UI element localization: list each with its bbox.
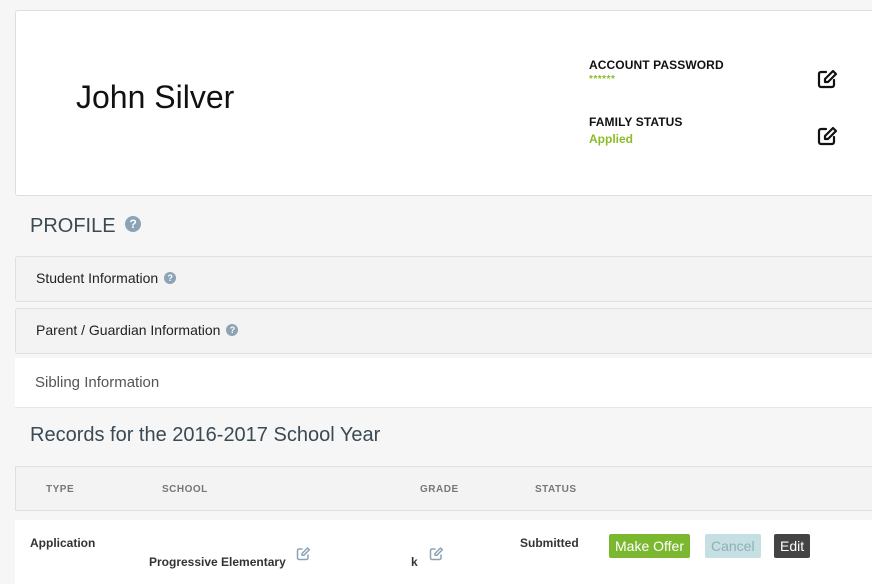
panel-student-information[interactable]: Student Information?	[15, 256, 872, 302]
records-table-header: TYPE SCHOOL GRADE STATUS	[15, 466, 872, 511]
edit-password-icon[interactable]	[816, 68, 838, 90]
make-offer-button[interactable]: Make Offer	[609, 534, 690, 558]
account-password-label: ACCOUNT PASSWORD	[589, 58, 724, 72]
column-type: TYPE	[46, 484, 75, 495]
column-school: SCHOOL	[162, 484, 208, 495]
edit-button[interactable]: Edit	[774, 534, 811, 558]
cancel-button[interactable]: Cancel	[705, 534, 761, 558]
panel-parent-guardian-information[interactable]: Parent / Guardian Information?	[15, 308, 872, 354]
profile-heading: PROFILE ?	[30, 215, 142, 238]
row-status: Submitted	[520, 536, 579, 550]
panel-sibling-information[interactable]: Sibling Information	[15, 358, 872, 408]
family-status-value: Applied	[589, 132, 633, 146]
account-password-value: ******	[589, 74, 616, 85]
panel-parent-guardian-label: Parent / Guardian Information	[36, 322, 221, 338]
panel-student-information-label: Student Information	[36, 270, 159, 286]
row-type: Application	[30, 536, 96, 550]
row-grade: k	[411, 555, 418, 569]
edit-family-status-icon[interactable]	[816, 125, 838, 147]
row-school: Progressive Elementary	[149, 555, 286, 569]
edit-school-icon[interactable]	[295, 546, 311, 562]
profile-title: PROFILE	[30, 215, 116, 237]
column-status: STATUS	[535, 484, 577, 495]
table-row: Application Progressive Elementary k Sub…	[15, 520, 872, 584]
family-status-label: FAMILY STATUS	[589, 115, 683, 129]
parent-info-help-icon[interactable]: ?	[226, 323, 239, 336]
column-grade: GRADE	[420, 484, 459, 495]
records-heading: Records for the 2016-2017 School Year	[30, 424, 381, 446]
family-name: John Silver	[76, 79, 235, 115]
profile-help-icon[interactable]: ?	[125, 215, 142, 232]
sibling-information-label: Sibling Information	[35, 374, 160, 391]
account-header-card: John Silver ACCOUNT PASSWORD ****** FAMI…	[15, 10, 872, 196]
edit-grade-icon[interactable]	[428, 546, 444, 562]
student-info-help-icon[interactable]: ?	[164, 271, 177, 284]
